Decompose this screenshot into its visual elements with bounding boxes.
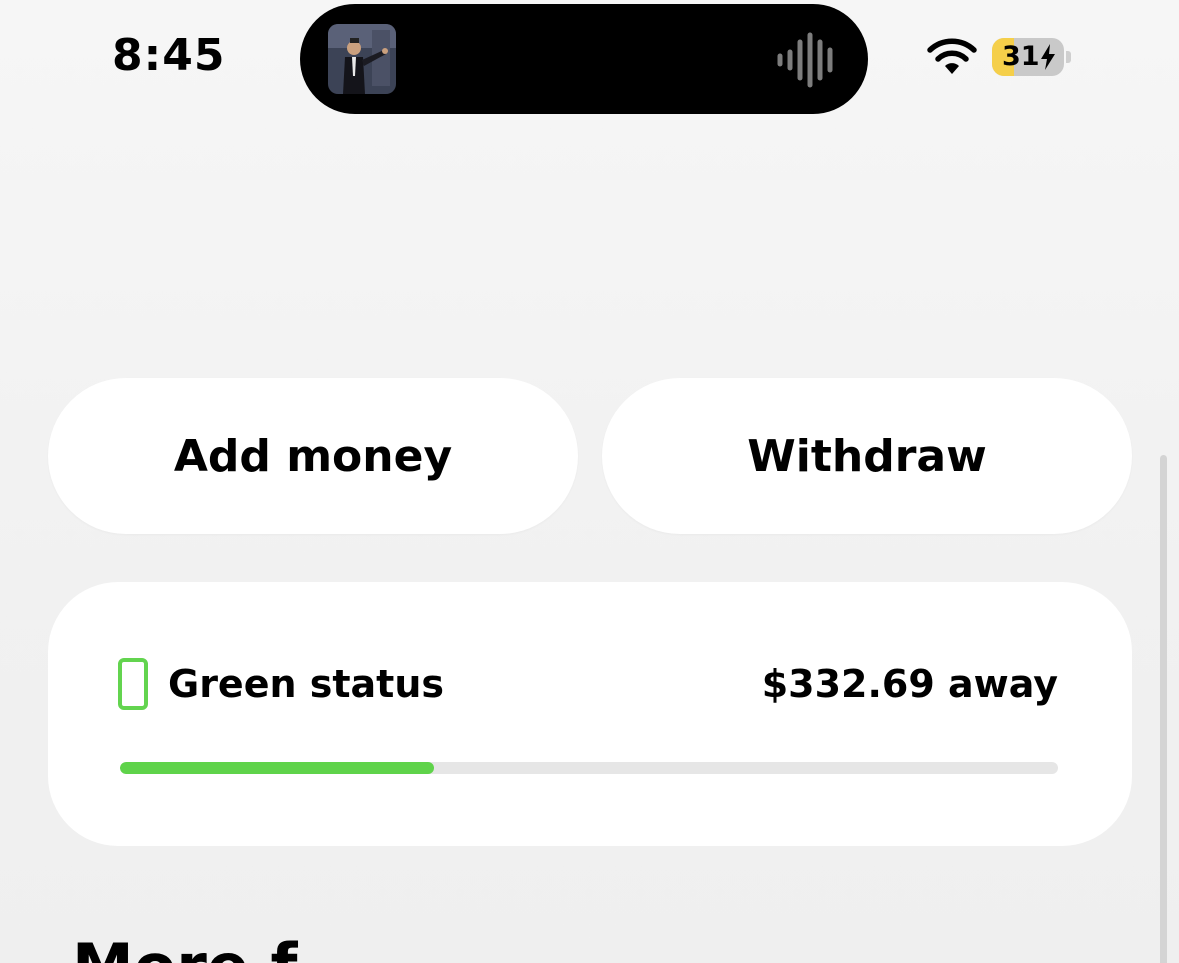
status-bar: 8:45 31	[0, 0, 1179, 120]
battery-nub	[1066, 51, 1071, 63]
battery-indicator: 31	[992, 38, 1064, 76]
status-away-amount: $332.69 away	[761, 662, 1058, 706]
section-heading: More f	[72, 932, 297, 963]
battery-percentage: 31	[1002, 41, 1040, 72]
waveform-icon	[776, 32, 840, 88]
withdraw-button[interactable]: Withdraw	[602, 378, 1132, 534]
dynamic-island[interactable]	[300, 4, 868, 114]
scrollbar[interactable]	[1160, 455, 1167, 963]
add-money-button[interactable]: Add money	[48, 378, 578, 534]
status-label: Green status	[168, 662, 445, 706]
now-playing-art[interactable]	[328, 24, 396, 94]
wifi-icon	[926, 38, 978, 76]
card-status-icon	[118, 658, 148, 710]
battery-charging-icon	[1040, 44, 1056, 76]
status-time: 8:45	[112, 30, 226, 81]
status-progress-bar	[120, 762, 1058, 774]
status-card[interactable]: Green status $332.69 away	[48, 582, 1132, 846]
status-progress-fill	[120, 762, 435, 774]
